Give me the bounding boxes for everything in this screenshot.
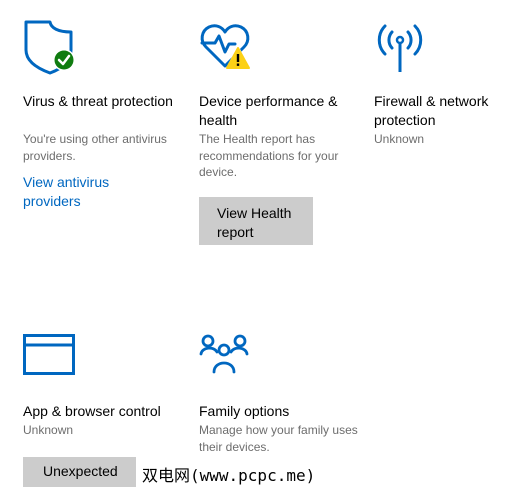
tile-title: Device performance & health (199, 93, 338, 128)
view-health-report-button[interactable]: View Health report (199, 197, 313, 245)
tile-status: Unknown (23, 423, 74, 437)
tile-description: The Health report has recommendations fo… (199, 132, 339, 179)
app-window-icon (23, 330, 79, 383)
shield-check-icon (23, 20, 79, 81)
tile-description: Manage how your family uses their device… (199, 423, 358, 454)
watermark: 双电网(www.pcpc.me) (139, 462, 319, 486)
antenna-icon (374, 20, 430, 81)
tile-title: App & browser control (23, 403, 161, 419)
view-antivirus-providers-link[interactable]: View antivirus providers (23, 173, 143, 211)
tile-title: Firewall & network protection (374, 93, 489, 128)
unexpected-button[interactable]: Unexpected (23, 457, 136, 487)
heart-warning-icon (199, 20, 255, 81)
family-icon (199, 330, 255, 385)
tile-title: Virus & threat protection (23, 93, 173, 109)
tile-status: Unknown (374, 132, 425, 146)
tile-title: Family options (199, 403, 290, 419)
tile-description: You're using other antivirus providers. (23, 132, 167, 163)
